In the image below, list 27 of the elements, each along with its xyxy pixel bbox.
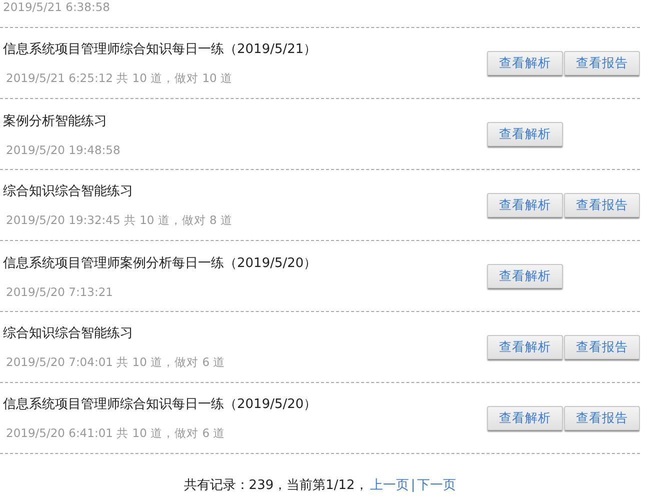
view-report-button[interactable]: 查看报告 — [564, 334, 640, 360]
record-title: 信息系统项目管理师综合知识每日一练（2019/5/20） — [3, 396, 317, 413]
view-report-button[interactable]: 查看报告 — [564, 192, 640, 218]
record-info: 2019/5/21 6:25:12 共 10 道，做对 10 道 — [5, 71, 234, 86]
record-date: 2019/5/21 6:38:58 — [2, 0, 110, 14]
record-title: 综合知识综合智能练习 — [3, 183, 134, 200]
view-analysis-button[interactable]: 查看解析 — [487, 192, 563, 218]
next-page-link[interactable]: 下一页 — [417, 476, 456, 494]
record-summary: 共有记录：239，当前第1/12， — [184, 477, 368, 494]
view-analysis-button[interactable]: 查看解析 — [487, 122, 563, 146]
record-info: 2019/5/20 7:04:01 共 10 道，做对 6 道 — [5, 355, 226, 370]
link-separator: | — [410, 478, 416, 492]
view-report-button[interactable]: 查看报告 — [564, 406, 640, 430]
record-info: 2019/5/20 19:32:45 共 10 道，做对 8 道 — [5, 213, 232, 228]
record-title: 案例分析智能练习 — [3, 112, 108, 130]
record-info: 2019/5/20 6:41:01 共 10 道，做对 6 道 — [5, 426, 226, 441]
view-analysis-button[interactable]: 查看解析 — [487, 334, 563, 360]
prev-page-link[interactable]: 上一页 — [370, 476, 409, 494]
view-analysis-button[interactable]: 查看解析 — [487, 264, 563, 288]
record-info: 2019/5/20 19:48:58 — [5, 142, 120, 156]
view-analysis-button[interactable]: 查看解析 — [487, 406, 563, 430]
view-analysis-button[interactable]: 查看解析 — [487, 50, 563, 76]
record-title: 信息系统项目管理师案例分析每日一练（2019/5/20） — [3, 254, 317, 272]
view-report-button[interactable]: 查看报告 — [564, 50, 640, 76]
record-info: 2019/5/20 7:13:21 — [5, 284, 114, 298]
record-title: 信息系统项目管理师综合知识每日一练（2019/5/21） — [3, 41, 317, 58]
record-title: 综合知识综合智能练习 — [3, 325, 134, 342]
